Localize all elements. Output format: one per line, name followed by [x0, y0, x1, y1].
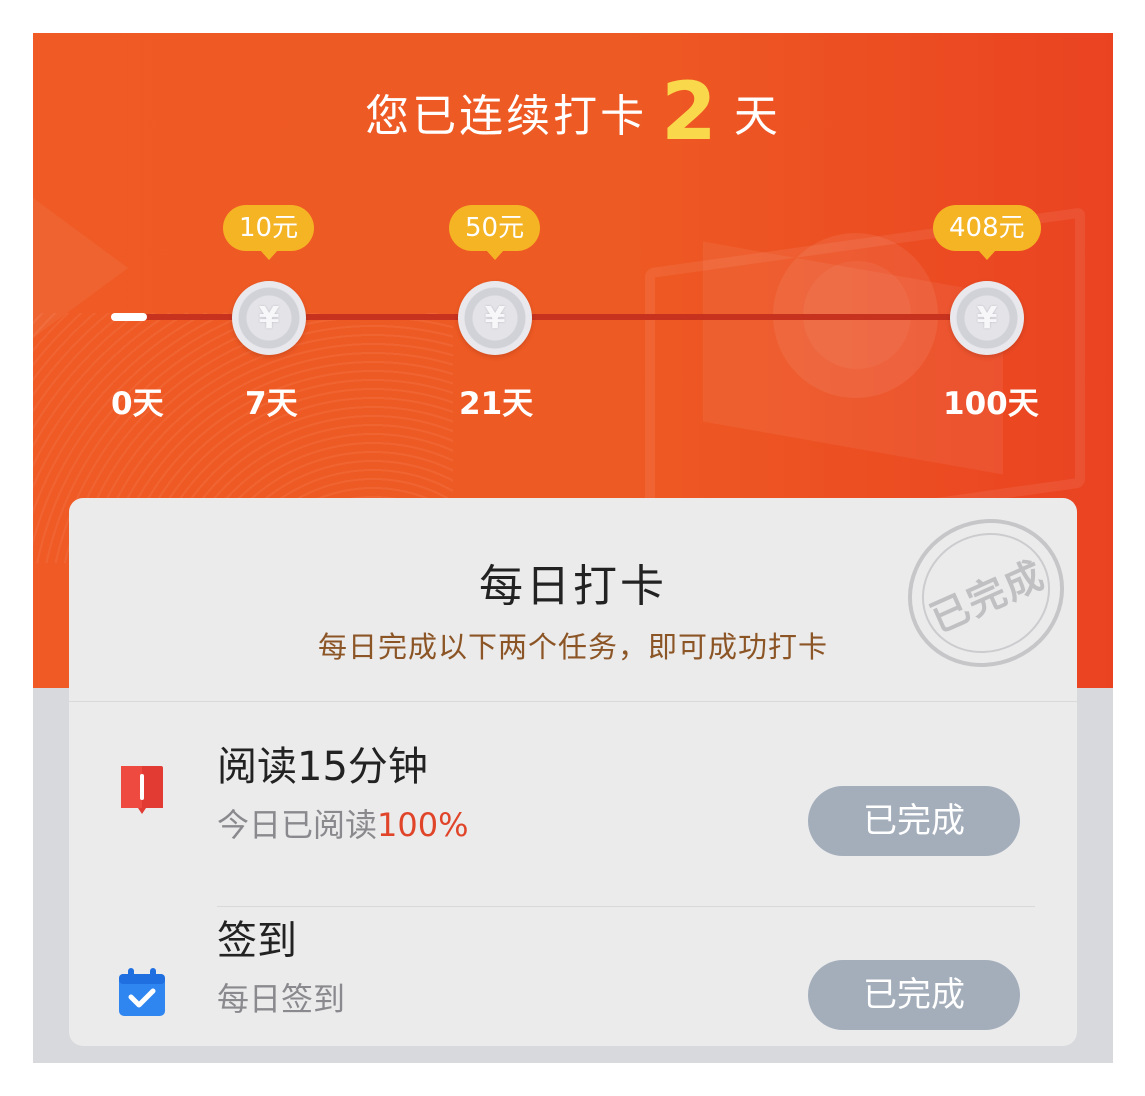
task-title-reading: 阅读15分钟 [217, 744, 428, 790]
stamp-text: 已完成 [923, 551, 1052, 641]
milestone-label-21-days: 21天 [459, 386, 534, 422]
milestone-label-start: 0天 [111, 386, 164, 422]
reading-progress-percent: 100% [377, 806, 469, 844]
yuan-symbol: ¥ [976, 300, 998, 336]
book-icon [117, 764, 167, 816]
yuan-symbol: ¥ [484, 300, 506, 336]
coin-icon: ¥ [458, 281, 532, 355]
streak-title-suffix: 天 [733, 91, 781, 142]
coin-icon: ¥ [950, 281, 1024, 355]
task-subtitle-signin: 每日签到 [217, 980, 346, 1018]
milestone-label-7-days: 7天 [245, 386, 298, 422]
reading-completed-button[interactable]: 已完成 [808, 786, 1020, 856]
task-subtitle-reading: 今日已阅读100% [217, 800, 469, 846]
streak-title-prefix: 您已连续打卡 [365, 91, 648, 142]
calendar-check-icon [117, 966, 167, 1018]
streak-day-count: 2 [661, 65, 720, 158]
milestone-progress-fill [111, 313, 147, 321]
reading-progress-label: 今日已阅读 [217, 806, 378, 844]
decorative-box-face [703, 241, 1003, 475]
streak-title: 您已连续打卡 2 天 [33, 65, 1113, 158]
card-divider [69, 701, 1077, 702]
reward-badge-100-days: 408元 [933, 205, 1041, 260]
task-divider [217, 906, 1035, 907]
checkin-panel: 您已连续打卡 2 天 10元 50元 408元 ¥ ¥ ¥ 0天 7天 21天 10… [33, 33, 1113, 1063]
coin-icon: ¥ [232, 281, 306, 355]
daily-checkin-card: 每日打卡 每日完成以下两个任务，即可成功打卡 已完成 阅读15分钟 今日已阅读1… [69, 494, 1088, 1046]
milestone-label-100-days: 100天 [943, 386, 1039, 422]
signin-completed-button[interactable]: 已完成 [808, 960, 1020, 1030]
yuan-symbol: ¥ [258, 300, 280, 336]
reward-badge-7-days: 10元 [223, 205, 315, 260]
task-title-signin: 签到 [217, 918, 297, 964]
reward-badge-21-days: 50元 [449, 205, 541, 260]
